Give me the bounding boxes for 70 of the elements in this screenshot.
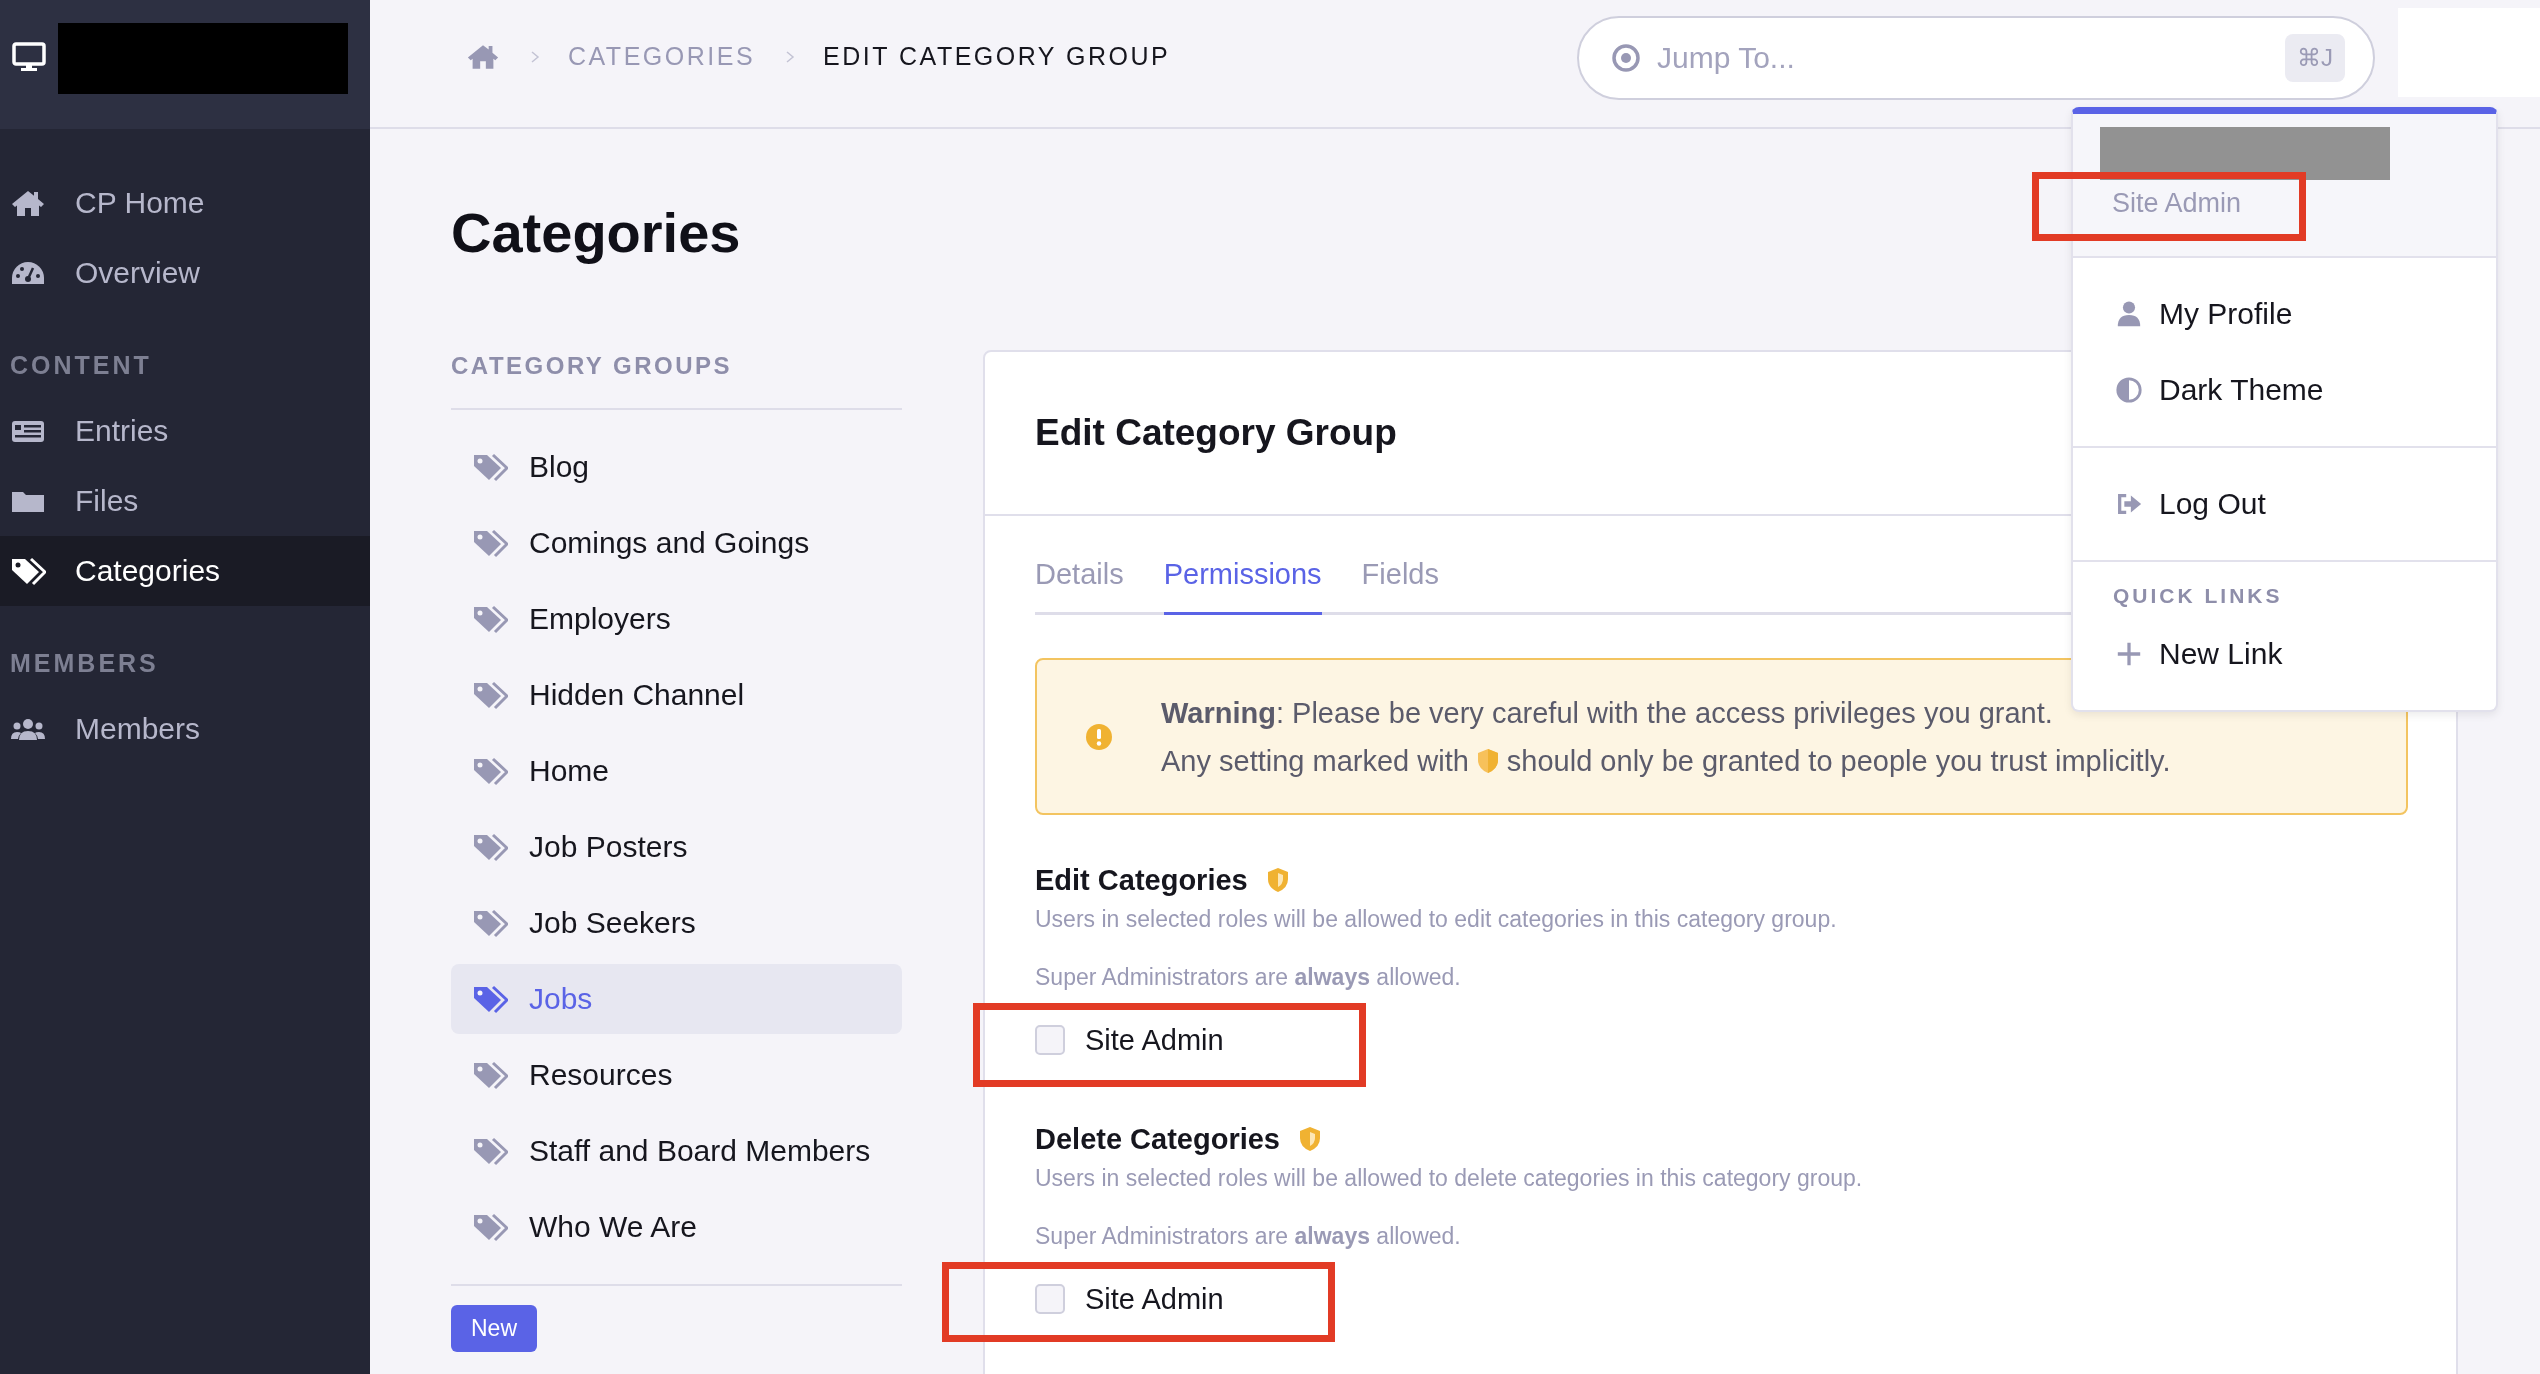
shield-icon — [1265, 866, 1290, 894]
shield-icon — [1475, 746, 1500, 775]
checkbox-label[interactable]: Site Admin — [1085, 1023, 1224, 1057]
nav-item[interactable]: Files — [0, 466, 370, 536]
tags-icon — [472, 1212, 508, 1242]
plus-icon — [2115, 640, 2143, 668]
card-title: Edit Category Group — [1035, 412, 1397, 454]
permission-title: Delete Categories — [1035, 1122, 1280, 1157]
section-heading: CATEGORY GROUPS — [451, 350, 902, 410]
nav-item[interactable]: Entries — [0, 396, 370, 466]
contrast-icon — [2115, 376, 2143, 404]
permission-description: Users in selected roles will be allowed to edit categories in this category group. — [1035, 905, 1838, 934]
permission-description: Users in selected roles will be allowed to delete categories in this category group. — [1035, 1164, 1864, 1193]
warning-text: Any setting marked with — [1161, 743, 1469, 779]
warning-text: Warning: Please be very careful with the access privileges you grant. — [1161, 695, 2054, 731]
monitor-icon — [12, 41, 46, 72]
checkbox[interactable] — [1035, 1284, 1065, 1314]
chevron-icon — [530, 49, 540, 64]
warning-text: should only be granted to people you trust implicitly. — [1506, 743, 2171, 779]
category-group-item[interactable]: Hidden Channel — [451, 660, 902, 730]
tags-icon — [472, 680, 508, 710]
permission-note: Super Administrators are always allowed. — [1035, 1222, 1462, 1251]
tags-icon — [472, 1136, 508, 1166]
nav-item[interactable]: Overview — [0, 238, 370, 308]
category-group-item[interactable]: Comings and Goings — [451, 508, 902, 578]
category-group-item[interactable]: Jobs — [451, 964, 902, 1034]
menu-item[interactable]: New Link — [2073, 616, 2496, 692]
shortcut-key: ⌘J — [2285, 34, 2345, 82]
nav-heading: MEMBERS — [9, 648, 160, 679]
chevron-icon — [785, 49, 796, 64]
new-button[interactable]: New — [451, 1305, 537, 1352]
exclamation-icon — [1084, 721, 1114, 752]
search-field[interactable]: Jump To... — [1655, 40, 2285, 76]
tags-icon — [472, 604, 508, 634]
checkbox[interactable] — [1035, 1025, 1065, 1055]
tags-icon — [472, 984, 508, 1014]
shield-icon — [1298, 1125, 1322, 1153]
menu-item[interactable]: Dark Theme — [2073, 352, 2496, 428]
checkbox-label[interactable]: Site Admin — [1085, 1282, 1224, 1316]
target-icon — [1611, 43, 1641, 73]
permission-note: Super Administrators are always allowed. — [1035, 963, 1462, 992]
tags-icon — [10, 556, 46, 586]
menu-heading: QUICK LINKS — [2112, 583, 2284, 609]
category-group-item[interactable]: Blog — [451, 432, 902, 502]
user-role: Site Admin — [2112, 188, 2243, 219]
home-icon — [10, 188, 46, 218]
menu-item[interactable]: My Profile — [2073, 276, 2496, 352]
nav-item[interactable]: Members — [0, 694, 370, 764]
page-title: Categories — [451, 200, 741, 266]
category-group-item[interactable]: Staff and Board Members — [451, 1116, 902, 1186]
tags-icon — [472, 756, 508, 786]
tags-icon — [472, 1060, 508, 1090]
category-group-item[interactable]: Resources — [451, 1040, 902, 1110]
tab[interactable]: Permissions — [1163, 554, 1322, 615]
category-group-item[interactable]: Job Posters — [451, 812, 902, 882]
tags-icon — [472, 908, 508, 938]
nav-heading: CONTENT — [9, 350, 153, 381]
tags-icon — [472, 528, 508, 558]
nav-item[interactable]: Categories — [0, 536, 370, 606]
tags-icon — [472, 832, 508, 862]
user-icon — [2115, 300, 2143, 328]
nav-item[interactable]: CP Home — [0, 168, 370, 238]
category-group-item[interactable]: Who We Are — [451, 1192, 902, 1262]
category-group-item[interactable]: Home — [451, 736, 902, 806]
category-group-item[interactable]: Job Seekers — [451, 888, 902, 958]
tags-icon — [472, 452, 508, 482]
category-group-item[interactable]: Employers — [451, 584, 902, 654]
breadcrumb-link[interactable]: EDIT CATEGORY GROUP — [823, 42, 1171, 71]
menu-item[interactable]: Log Out — [2073, 466, 2496, 542]
permission-title: Edit Categories — [1035, 863, 1248, 898]
